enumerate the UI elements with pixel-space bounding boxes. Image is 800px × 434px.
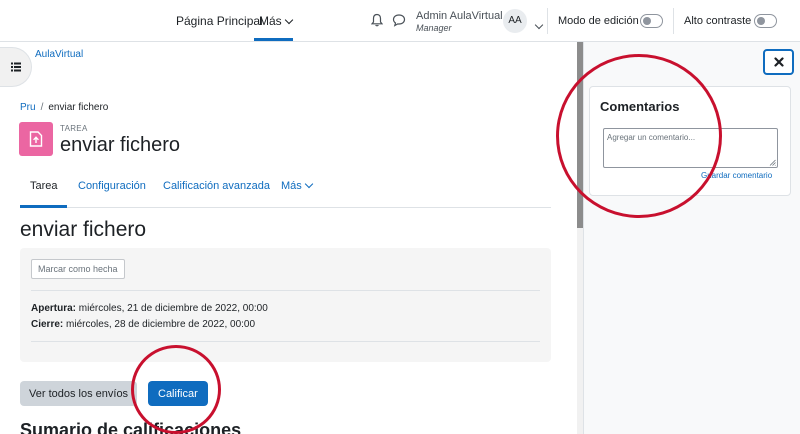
- site-home-link[interactable]: AulaVirtual: [35, 49, 83, 60]
- view-all-submissions-button[interactable]: Ver todos los envíos: [20, 381, 138, 406]
- assignment-icon: [19, 122, 53, 156]
- breadcrumb-separator: /: [40, 102, 44, 113]
- course-index-toggle[interactable]: [0, 47, 32, 87]
- close-icon: [774, 57, 784, 67]
- opening-label: Apertura:: [31, 303, 77, 314]
- toggle-knob: [643, 17, 651, 25]
- divider: [673, 8, 674, 34]
- closing-value: miércoles, 28 de diciembre de 2022, 00:0…: [66, 319, 256, 330]
- breadcrumb-current: enviar fichero: [48, 102, 109, 113]
- list-icon: [11, 62, 21, 72]
- activity-info-box: Marcar como hecha Apertura: miércoles, 2…: [20, 248, 551, 362]
- user-menu-toggle[interactable]: [532, 17, 544, 35]
- toggle-knob: [757, 17, 765, 25]
- divider: [31, 290, 540, 291]
- high-contrast-toggle[interactable]: [754, 14, 777, 28]
- chevron-down-icon: [304, 179, 314, 189]
- bell-icon[interactable]: [371, 13, 383, 27]
- avatar[interactable]: AA: [503, 9, 527, 33]
- closing-label: Cierre:: [31, 319, 64, 330]
- edit-mode-label: Modo de edición: [558, 15, 639, 27]
- divider: [547, 8, 548, 34]
- user-role: Manager: [416, 23, 452, 33]
- resize-grip-icon[interactable]: [769, 159, 776, 166]
- activity-type-label: TAREA: [60, 124, 88, 133]
- comments-title: Comentarios: [600, 99, 680, 114]
- tab-mas-label: Más: [281, 180, 302, 192]
- tab-active-indicator: [20, 205, 67, 208]
- opening-value: miércoles, 21 de diciembre de 2022, 00:0…: [78, 303, 268, 314]
- close-drawer-button[interactable]: [763, 49, 794, 75]
- file-upload-icon: [29, 131, 43, 147]
- tab-calificacion-avanzada[interactable]: Calificación avanzada: [163, 180, 270, 192]
- secondary-navigation: Tarea Configuración Calificación avanzad…: [20, 168, 551, 208]
- divider: [31, 341, 540, 342]
- nav-more-label: Más: [259, 14, 282, 28]
- high-contrast-label: Alto contraste: [684, 15, 752, 27]
- chevron-down-icon: [534, 20, 544, 30]
- mark-done-button[interactable]: Marcar como hecha: [31, 259, 125, 279]
- comments-block: Comentarios Guardar comentario: [589, 86, 791, 196]
- nav-home-link[interactable]: Página Principal: [176, 14, 263, 28]
- activity-heading: enviar fichero: [20, 218, 147, 241]
- save-comment-link[interactable]: Guardar comentario: [701, 171, 772, 180]
- tab-tarea[interactable]: Tarea: [30, 180, 58, 192]
- comment-textarea[interactable]: [603, 128, 778, 168]
- grading-summary-heading: Sumario de calificaciones: [20, 420, 242, 434]
- chevron-down-icon: [284, 15, 293, 25]
- tab-configuracion[interactable]: Configuración: [78, 180, 146, 192]
- breadcrumb: Pru / enviar fichero: [20, 102, 108, 113]
- chat-icon[interactable]: [392, 13, 406, 27]
- nav-more-menu[interactable]: Más: [259, 14, 293, 28]
- user-name[interactable]: Admin AulaVirtual: [416, 10, 503, 22]
- grade-button[interactable]: Calificar: [148, 381, 208, 406]
- top-navbar: Página Principal Más Admin AulaVirtual M…: [0, 0, 800, 42]
- page-title: enviar fichero: [60, 134, 181, 156]
- tab-mas[interactable]: Más: [281, 179, 314, 192]
- edit-mode-toggle[interactable]: [640, 14, 663, 28]
- opening-date: Apertura: miércoles, 21 de diciembre de …: [31, 303, 268, 314]
- breadcrumb-course-link[interactable]: Pru: [20, 102, 36, 113]
- closing-date: Cierre: miércoles, 28 de diciembre de 20…: [31, 319, 255, 330]
- nav-active-indicator: [254, 38, 293, 41]
